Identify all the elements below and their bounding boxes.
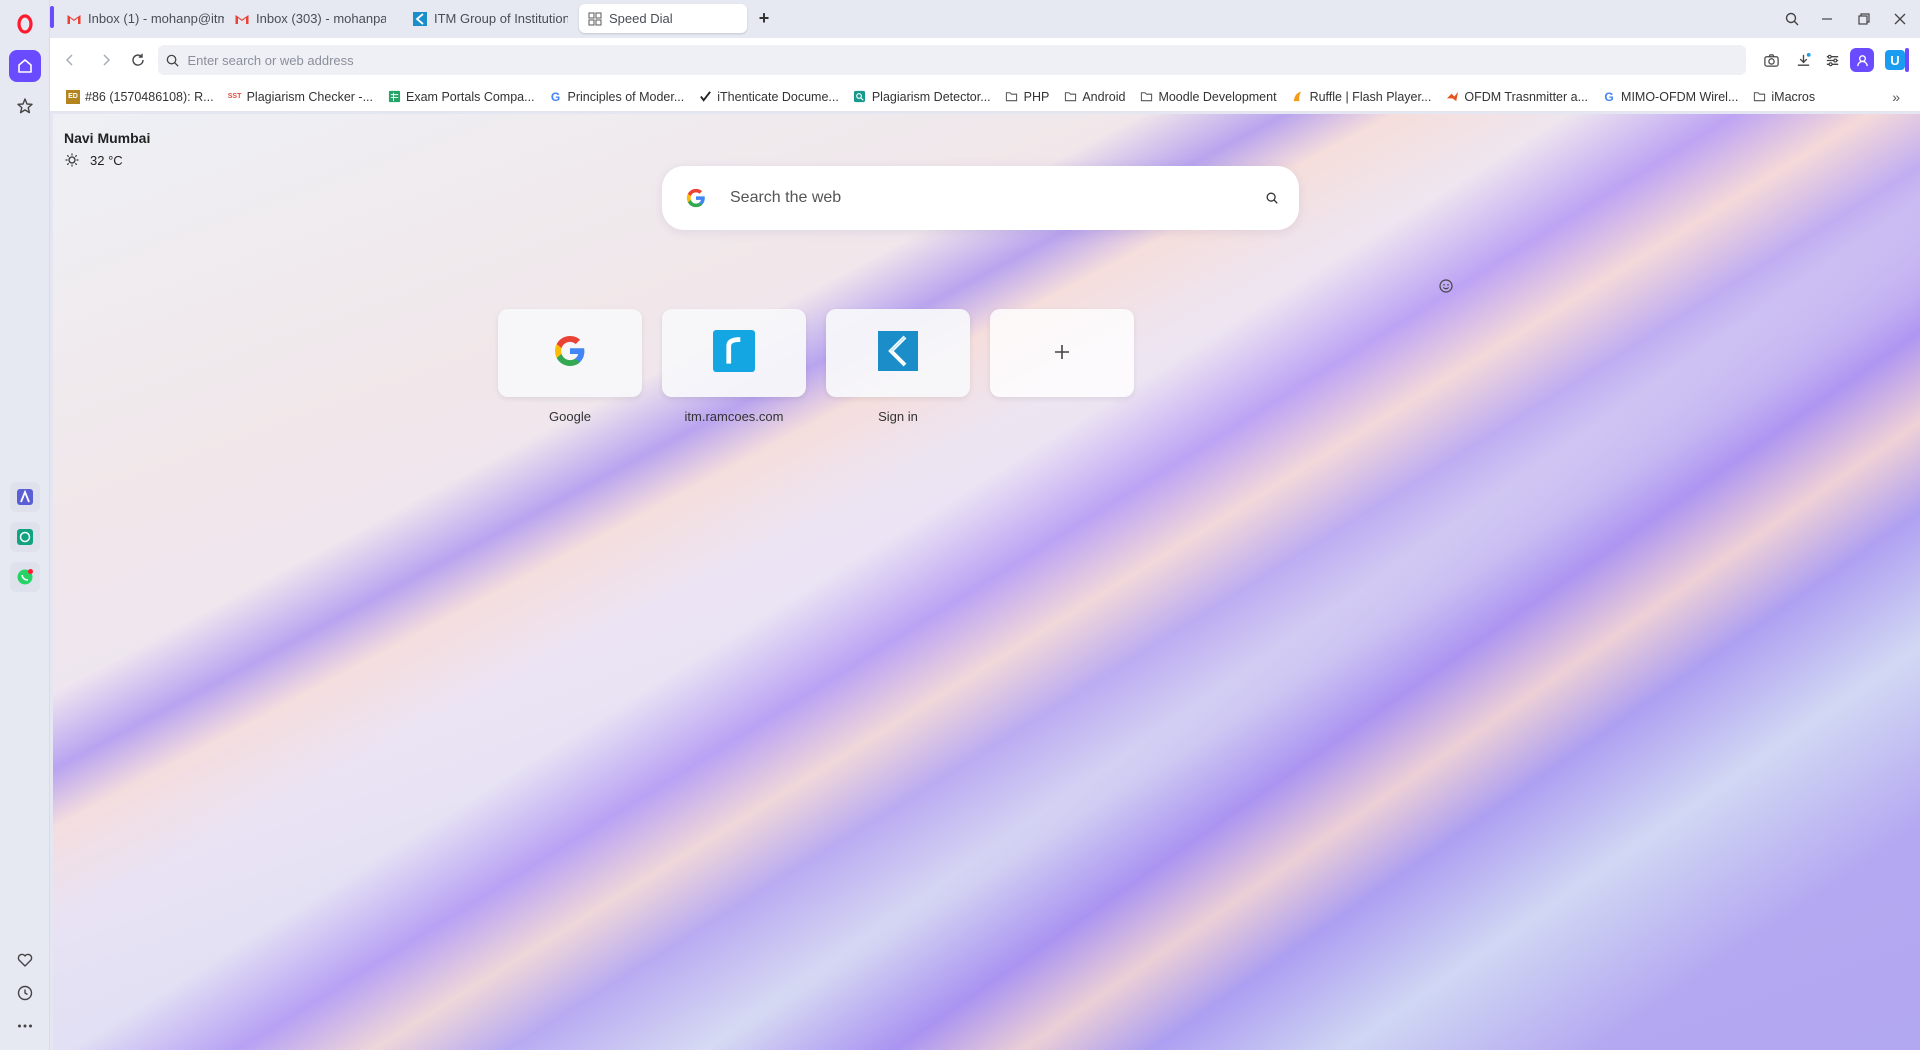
weather-city: Navi Mumbai [64, 130, 151, 146]
edas-icon: ED [66, 89, 80, 104]
extension-u-icon[interactable]: U [1885, 50, 1905, 70]
extensions-cube-icon[interactable] [1914, 48, 1920, 72]
reload-icon[interactable] [126, 48, 150, 72]
google-icon: G [550, 89, 561, 104]
bookmarks-overflow-icon[interactable]: » [1892, 89, 1900, 105]
weather-temp: 32 °C [90, 152, 123, 168]
speed-dial-ramco[interactable]: itm.ramcoes.com [662, 309, 806, 424]
plagiarism-icon [853, 90, 867, 104]
heart-icon[interactable] [9, 944, 41, 976]
google-icon [552, 333, 588, 374]
add-icon [1052, 337, 1072, 369]
bookmark-ruffle[interactable]: Ruffle | Flash Player... [1291, 90, 1431, 104]
speed-dial-page: Navi Mumbai 32 °C Search the web Google … [53, 114, 1920, 1050]
tab-bar: Inbox (1) - mohanp@itm.e Inbox (303) - m… [50, 0, 1920, 38]
speed-dial-sign-in[interactable]: Sign in [826, 309, 970, 424]
chatgpt-icon[interactable] [10, 522, 40, 552]
aria-app-icon[interactable] [10, 482, 40, 512]
download-icon[interactable] [1791, 48, 1815, 72]
tab-title: Inbox (1) - mohanp@itm.e [88, 11, 224, 26]
sidebar [0, 0, 50, 1050]
profile-icon[interactable] [1850, 48, 1874, 72]
speed-dial-label: Google [549, 409, 591, 424]
speed-dial-label: Sign in [878, 409, 918, 424]
address-bar[interactable] [158, 45, 1746, 75]
bookmark-principles[interactable]: G Principles of Moder... [549, 89, 684, 104]
ramco-icon [713, 329, 755, 377]
star-icon[interactable] [9, 90, 41, 122]
tab-indicator [50, 6, 54, 28]
bookmark-ofdm[interactable]: OFDM Trasnmitter a... [1445, 90, 1588, 104]
bookmark-edas[interactable]: ED #86 (1570486108): R... [66, 89, 214, 104]
ithenticate-icon [698, 90, 712, 104]
itm-icon [878, 330, 918, 376]
google-logo-icon [662, 187, 730, 209]
speed-dial-tile[interactable] [498, 309, 642, 397]
bookmark-folder-php[interactable]: PHP [1005, 90, 1049, 104]
ruffle-icon [1291, 90, 1305, 104]
tab-title: Speed Dial [609, 11, 673, 26]
smiley-icon[interactable] [1438, 278, 1454, 294]
bookmark-folder-android[interactable]: Android [1063, 90, 1125, 104]
sheets-icon [387, 90, 401, 104]
bookmarks-bar: ED #86 (1570486108): R... SST Plagiarism… [50, 82, 1920, 112]
folder-icon [1005, 90, 1019, 104]
bookmark-ithenticate[interactable]: iThenticate Docume... [698, 90, 839, 104]
opera-logo-icon[interactable] [9, 8, 41, 40]
speed-dial-icon [587, 11, 603, 27]
sidebar-indicator [1905, 48, 1909, 72]
add-site-button[interactable] [990, 309, 1134, 397]
gmail-icon [66, 11, 82, 27]
tab-search-icon[interactable] [1779, 6, 1805, 32]
folder-icon [1139, 90, 1153, 104]
bookmark-plagiarism-checker[interactable]: SST Plagiarism Checker -... [228, 90, 373, 104]
forward-icon[interactable] [94, 48, 118, 72]
sst-icon: SST [227, 93, 242, 100]
bookmark-folder-moodle[interactable]: Moodle Development [1139, 90, 1277, 104]
speed-dial-tile[interactable] [826, 309, 970, 397]
close-icon[interactable] [1887, 6, 1913, 32]
speed-dial-tile[interactable] [662, 309, 806, 397]
home-icon[interactable] [9, 50, 41, 82]
folder-icon [1752, 90, 1766, 104]
weather-widget[interactable]: 32 °C [64, 152, 123, 168]
speed-dial-add[interactable] [990, 309, 1134, 409]
new-tab-button[interactable]: + [754, 8, 774, 28]
restore-icon[interactable] [1851, 6, 1877, 32]
itm-icon [412, 11, 428, 27]
tab-inbox-1[interactable]: Inbox (1) - mohanp@itm.e [58, 4, 224, 33]
bookmark-folder-imacros[interactable]: iMacros [1752, 90, 1815, 104]
search-icon [158, 53, 187, 68]
minimize-icon[interactable] [1814, 6, 1840, 32]
web-search-box[interactable] [662, 166, 1299, 230]
speed-dial-label: itm.ramcoes.com [684, 409, 784, 424]
bookmark-mimo-ofdm[interactable]: G MIMO-OFDM Wirel... [1602, 90, 1738, 104]
bookmark-plagiarism-detector[interactable]: Plagiarism Detector... [853, 90, 991, 104]
tab-speed-dial[interactable]: Speed Dial [579, 4, 747, 33]
back-icon[interactable] [58, 48, 82, 72]
easy-setup-icon[interactable] [1820, 48, 1844, 72]
speed-dial-google[interactable]: Google [498, 309, 642, 424]
whatsapp-icon[interactable] [10, 562, 40, 592]
history-icon[interactable] [9, 977, 41, 1009]
tab-title: Inbox (303) - mohanpatil0 [256, 11, 386, 26]
address-input[interactable] [187, 52, 1746, 68]
matlab-icon [1445, 90, 1459, 104]
tab-title: ITM Group of Institutions [434, 11, 568, 26]
more-options-icon[interactable] [9, 1010, 41, 1042]
tab-itm[interactable]: ITM Group of Institutions [404, 4, 568, 33]
search-icon[interactable] [1245, 191, 1299, 205]
camera-icon[interactable] [1759, 48, 1783, 72]
gmail-icon [234, 11, 250, 27]
google-icon: G [1604, 89, 1614, 104]
weather-sun-icon [65, 153, 79, 167]
web-search-input[interactable] [730, 189, 1245, 207]
tab-inbox-303[interactable]: Inbox (303) - mohanpatil0 [226, 4, 386, 33]
bookmark-exam-portals[interactable]: Exam Portals Compa... [387, 90, 535, 104]
navigation-bar: U [50, 38, 1920, 82]
folder-icon [1063, 90, 1077, 104]
